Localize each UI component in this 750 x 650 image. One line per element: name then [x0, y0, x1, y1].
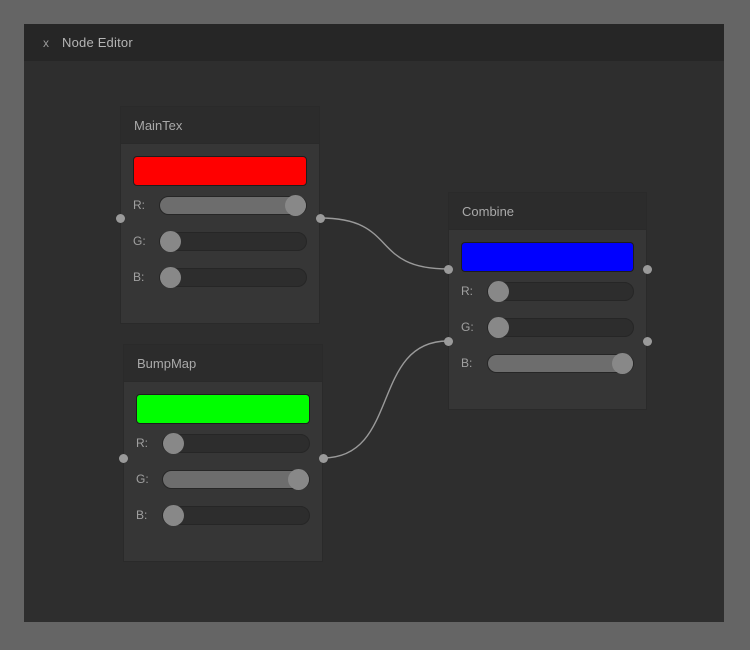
color-swatch-bumpmap[interactable]: [136, 394, 310, 424]
color-swatch-combine[interactable]: [461, 242, 634, 272]
slider-combine-r[interactable]: [487, 280, 634, 302]
port-output-bumpmap-1[interactable]: [318, 453, 328, 463]
node-editor-screen: x Node Editor MainTex R: G: B: BumpMap R: G: B:…: [0, 0, 750, 650]
slider-row-combine-g: G:: [461, 310, 634, 344]
node-header-maintex[interactable]: MainTex: [121, 107, 319, 144]
node-header-combine[interactable]: Combine: [449, 193, 646, 230]
port-output-combine-2[interactable]: [642, 264, 652, 274]
node-maintex[interactable]: MainTex R: G: B:: [120, 106, 320, 324]
port-input-combine-1[interactable]: [443, 336, 453, 346]
slider-label: R:: [133, 198, 145, 212]
slider-label: B:: [136, 508, 148, 522]
slider-bumpmap-g[interactable]: [162, 468, 310, 490]
slider-knob[interactable]: [288, 468, 309, 490]
slider-label: G:: [133, 234, 146, 248]
slider-knob[interactable]: [488, 316, 509, 338]
node-body-bumpmap: R: G: B:: [124, 382, 322, 532]
window-title: Node Editor: [62, 35, 133, 50]
port-input-bumpmap-0[interactable]: [118, 453, 128, 463]
node-body-combine: R: G: B:: [449, 230, 646, 380]
port-output-maintex-1[interactable]: [315, 213, 325, 223]
slider-label: R:: [136, 436, 148, 450]
slider-combine-b[interactable]: [487, 352, 634, 374]
node-title-combine: Combine: [462, 203, 515, 219]
node-bumpmap[interactable]: BumpMap R: G: B:: [123, 344, 323, 562]
slider-maintex-r[interactable]: [159, 194, 307, 216]
slider-row-maintex-g: G:: [133, 224, 307, 258]
node-body-maintex: R: G: B:: [121, 144, 319, 294]
port-input-maintex-0[interactable]: [115, 213, 125, 223]
node-combine[interactable]: Combine R: G: B:: [448, 192, 647, 410]
slider-bumpmap-r[interactable]: [162, 432, 310, 454]
slider-row-bumpmap-g: G:: [136, 462, 310, 496]
slider-knob[interactable]: [612, 352, 633, 374]
slider-label: R:: [461, 284, 473, 298]
slider-combine-g[interactable]: [487, 316, 634, 338]
connection-maintex-to-combine[interactable]: [319, 217, 449, 270]
slider-row-maintex-r: R:: [133, 188, 307, 222]
slider-label: B:: [461, 356, 473, 370]
slider-row-combine-r: R:: [461, 274, 634, 308]
slider-label: G:: [461, 320, 474, 334]
slider-label: B:: [133, 270, 145, 284]
node-graph-canvas[interactable]: MainTex R: G: B: BumpMap R: G: B: Combine R: G: B:: [24, 61, 724, 622]
slider-knob[interactable]: [163, 432, 184, 454]
slider-row-maintex-b: B:: [133, 260, 307, 294]
node-title-maintex: MainTex: [134, 117, 183, 133]
node-editor-window: x Node Editor MainTex R: G: B: BumpMap R: G: B:…: [24, 24, 724, 622]
port-input-combine-0[interactable]: [443, 264, 453, 274]
slider-knob[interactable]: [160, 230, 181, 252]
slider-knob[interactable]: [160, 266, 181, 288]
slider-row-bumpmap-b: B:: [136, 498, 310, 532]
port-output-combine-3[interactable]: [642, 336, 652, 346]
slider-row-combine-b: B:: [461, 346, 634, 380]
node-title-bumpmap: BumpMap: [137, 355, 197, 371]
slider-knob[interactable]: [285, 194, 306, 216]
window-titlebar: x Node Editor: [24, 24, 724, 61]
connection-bumpmap-to-combine[interactable]: [322, 340, 449, 459]
slider-row-bumpmap-r: R:: [136, 426, 310, 460]
slider-bumpmap-b[interactable]: [162, 504, 310, 526]
slider-maintex-g[interactable]: [159, 230, 307, 252]
node-header-bumpmap[interactable]: BumpMap: [124, 345, 322, 382]
slider-label: G:: [136, 472, 149, 486]
slider-maintex-b[interactable]: [159, 266, 307, 288]
slider-knob[interactable]: [163, 504, 184, 526]
close-icon[interactable]: x: [38, 35, 54, 51]
slider-knob[interactable]: [488, 280, 509, 302]
color-swatch-maintex[interactable]: [133, 156, 307, 186]
